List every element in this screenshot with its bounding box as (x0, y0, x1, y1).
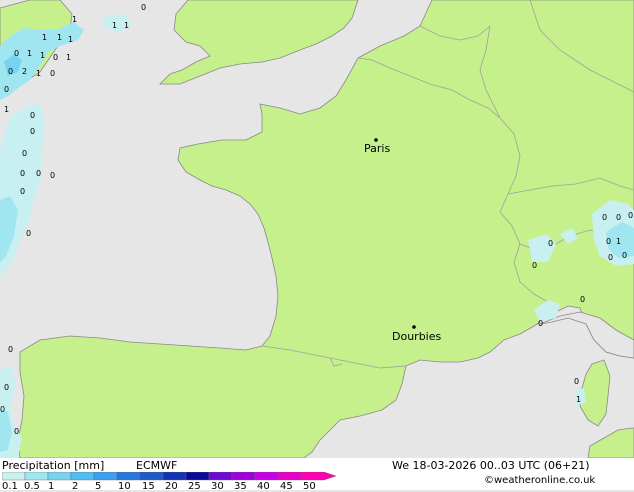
rain-value: 1 (576, 395, 581, 404)
legend-swatch (162, 472, 187, 481)
rain-value: 0 (606, 237, 611, 246)
rain-value: 1 (68, 35, 73, 44)
rain-value: 0 (141, 3, 146, 12)
rain-value: 1 (124, 21, 129, 30)
rain-value: 0 (608, 253, 613, 262)
rain-value: 0 (548, 239, 553, 248)
legend-tick: 50 (303, 481, 316, 492)
rain-value: 0 (538, 319, 543, 328)
legend-swatch (277, 472, 302, 481)
rain-value: 0 (26, 229, 31, 238)
legend-tick: 0.1 (2, 481, 18, 492)
rain-value: 1 (40, 51, 45, 60)
legend-swatch (24, 472, 49, 481)
rain-value: 0 (4, 383, 9, 392)
rain-value: 1 (112, 21, 117, 30)
rain-value: 0 (14, 427, 19, 436)
rain-value: 0 (4, 85, 9, 94)
city-dot-dourbies (412, 325, 416, 329)
legend-tick: 45 (280, 481, 293, 492)
credit-link[interactable]: ©weatheronline.co.uk (484, 475, 595, 486)
rain-value: 0 (53, 53, 58, 62)
legend-swatch (300, 472, 325, 481)
rain-value: 1 (66, 53, 71, 62)
rain-value: 0 (574, 377, 579, 386)
legend-swatch (139, 472, 164, 481)
rain-value: 1 (27, 49, 32, 58)
rain-value: 0 (616, 213, 621, 222)
precipitation-map: 1 1 1 0 1 1 1 0 1 1 0 1 0 2 1 0 0 1 0 0 … (0, 0, 634, 458)
city-label-paris: Paris (364, 142, 390, 155)
legend-swatch (93, 472, 118, 481)
legend-swatch (231, 472, 256, 481)
precipitation-title: Precipitation [mm] (2, 459, 105, 472)
rain-value: 0 (602, 213, 607, 222)
rain-value: 1 (57, 33, 62, 42)
rain-value: 0 (36, 169, 41, 178)
rain-value: 1 (42, 33, 47, 42)
rain-value: 1 (616, 237, 621, 246)
forecast-datetime: We 18-03-2026 00..03 UTC (06+21) (392, 459, 590, 472)
model-name: ECMWF (136, 459, 178, 472)
rain-value: 1 (36, 69, 41, 78)
legend-swatch (185, 472, 210, 481)
legend-tick: 40 (257, 481, 270, 492)
rain-value: 0 (580, 295, 585, 304)
rain-value: 0 (50, 171, 55, 180)
city-label-dourbies: Dourbies (392, 330, 442, 343)
legend-swatch (116, 472, 141, 481)
rain-value: 0 (532, 261, 537, 270)
legend-tick: 1 (48, 481, 55, 492)
rain-value: 0 (20, 187, 25, 196)
rain-value: 1 (4, 105, 9, 114)
rain-value: 2 (22, 67, 27, 76)
legend-swatch (2, 472, 26, 481)
rain-value: 0 (628, 211, 633, 220)
legend-swatch (254, 472, 279, 481)
rain-value: 0 (0, 405, 5, 414)
legend-tick: 2 (72, 481, 79, 492)
legend-tick: 10 (118, 481, 131, 492)
legend-tick: 25 (188, 481, 201, 492)
rain-value: 0 (22, 149, 27, 158)
legend-overflow-arrow (323, 472, 337, 481)
legend-tick: 15 (142, 481, 155, 492)
rain-value: 0 (622, 251, 627, 260)
legend-swatch (70, 472, 95, 481)
rain-value: 0 (14, 49, 19, 58)
rain-value: 0 (30, 111, 35, 120)
legend-tick: 30 (211, 481, 224, 492)
legend-tick: 20 (165, 481, 178, 492)
legend-swatch (208, 472, 233, 481)
rain-value: 0 (50, 69, 55, 78)
rain-value: 0 (8, 67, 13, 76)
rain-value: 0 (8, 345, 13, 354)
rain-value: 0 (20, 169, 25, 178)
legend-tick: 0.5 (24, 481, 40, 492)
legend-tick: 35 (234, 481, 247, 492)
rain-value: 1 (72, 15, 77, 24)
legend-swatch (47, 472, 72, 481)
rain-value: 0 (30, 127, 35, 136)
legend-tick: 5 (95, 481, 102, 492)
